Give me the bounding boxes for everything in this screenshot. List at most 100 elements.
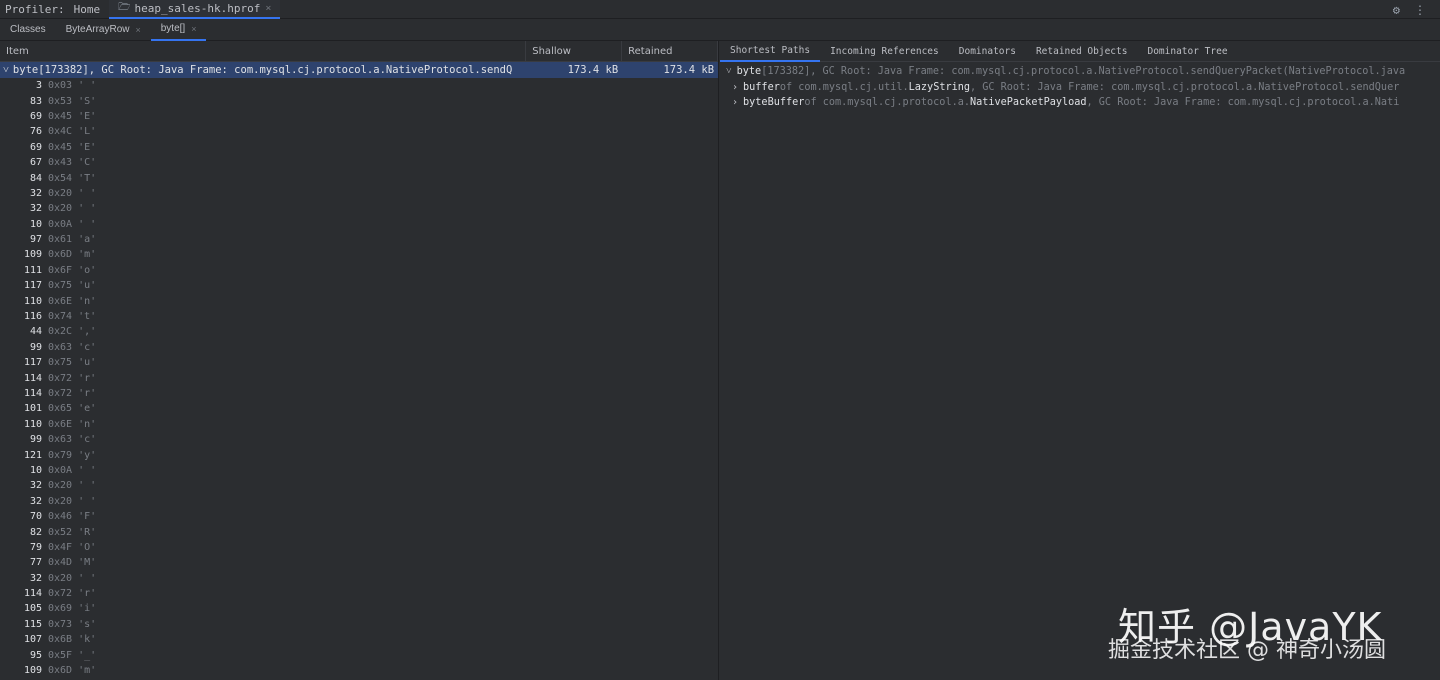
- tree-node-class: LazyString: [908, 81, 970, 93]
- table-row[interactable]: 114 0x72 'r': [0, 370, 718, 385]
- byte-char: 'm': [78, 665, 97, 677]
- byte-hex: 0x63: [48, 341, 73, 353]
- chevron-down-icon[interactable]: ˅: [726, 66, 732, 77]
- chevron-down-icon[interactable]: ˅: [3, 64, 9, 76]
- chevron-right-icon[interactable]: ›: [732, 97, 738, 108]
- byte-hex: 0x2C: [48, 326, 73, 338]
- byte-value: 114: [23, 388, 42, 399]
- byte-value: 116: [23, 311, 42, 323]
- table-row[interactable]: 10 0x0A ' ': [0, 217, 718, 232]
- byte-hex: 0x65: [48, 403, 73, 415]
- tab-retained-objects[interactable]: Retained Objects: [1026, 41, 1138, 62]
- byte-value: 111: [23, 264, 42, 276]
- tab-bytearrayrow[interactable]: ByteArrayRow ×: [56, 19, 151, 41]
- byte-char: 'm': [78, 249, 97, 261]
- byte-hex: 0x20: [48, 572, 73, 584]
- byte-char: ' ': [78, 464, 97, 476]
- table-row[interactable]: 97 0x61 'a': [0, 232, 718, 247]
- tab-home[interactable]: Home: [65, 0, 110, 19]
- table-row[interactable]: 107 0x6B 'k': [0, 632, 718, 647]
- table-row[interactable]: 116 0x74 't': [0, 309, 718, 324]
- table-row[interactable]: 110 0x6E 'n': [0, 293, 718, 308]
- table-row[interactable]: 32 0x20 ' ': [0, 186, 718, 201]
- byte-hex: 0x46: [48, 511, 73, 523]
- tree-node-root[interactable]: ˅ byte [173382], GC Root: Java Frame: co…: [720, 64, 1440, 80]
- byte-hex: 0x6D: [48, 249, 73, 261]
- byte-char: ' ': [78, 218, 97, 230]
- byte-char: 'S': [78, 95, 97, 107]
- byte-value: 10: [29, 464, 42, 476]
- gear-icon[interactable]: ⚙: [1393, 3, 1400, 17]
- table-row[interactable]: 117 0x75 'u': [0, 278, 718, 293]
- byte-char: 'r': [78, 588, 97, 600]
- selected-table-row[interactable]: ˅ byte[173382], GC Root: Java Frame: com.…: [0, 62, 718, 78]
- table-row[interactable]: 111 0x6F 'o': [0, 263, 718, 278]
- byte-char: 'y': [78, 449, 97, 461]
- tree-node-bytebuffer[interactable]: › byteBuffer of com.mysql.cj.protocol.a.…: [720, 95, 1440, 111]
- tree-node-main: byte: [736, 66, 762, 78]
- table-row[interactable]: 114 0x72 'r': [0, 386, 718, 401]
- table-row[interactable]: 115 0x73 's': [0, 617, 718, 632]
- byte-char: 'u': [78, 357, 97, 369]
- table-row[interactable]: 77 0x4D 'M': [0, 555, 718, 570]
- table-row[interactable]: 110 0x6E 'n': [0, 417, 718, 432]
- column-header-shallow[interactable]: Shallow: [526, 41, 623, 61]
- tab-incoming-references[interactable]: Incoming References: [820, 41, 949, 62]
- close-icon[interactable]: ×: [191, 24, 196, 34]
- tree-node-buffer[interactable]: › buffer of com.mysql.cj.util. LazyStrin…: [720, 80, 1440, 96]
- byte-char: 'c': [78, 341, 97, 353]
- table-row[interactable]: 105 0x69 'i': [0, 601, 718, 616]
- column-header-item[interactable]: Item: [0, 41, 527, 61]
- table-row[interactable]: 32 0x20 ' ': [0, 478, 718, 493]
- table-row[interactable]: 76 0x4C 'L': [0, 124, 718, 139]
- table-row[interactable]: 69 0x45 'E': [0, 140, 718, 155]
- table-row[interactable]: 95 0x5F '_': [0, 647, 718, 662]
- byte-char: 'e': [78, 403, 97, 415]
- table-row[interactable]: 109 0x6D 'm': [0, 663, 718, 678]
- byte-char: 'a': [78, 234, 97, 246]
- byte-hex: 0x74: [48, 311, 73, 323]
- table-row[interactable]: 99 0x63 'c': [0, 432, 718, 447]
- table-row[interactable]: 32 0x20 ' ': [0, 494, 718, 509]
- tab-byte-array[interactable]: byte[] ×: [150, 19, 207, 41]
- byte-hex: 0x52: [48, 526, 73, 538]
- tab-heap-file[interactable]: 🗁 heap_sales-hk.hprof ×: [109, 0, 281, 19]
- chevron-right-icon[interactable]: ›: [732, 82, 738, 93]
- table-row[interactable]: 121 0x79 'y': [0, 447, 718, 462]
- close-icon[interactable]: ×: [135, 25, 140, 35]
- tab-shortest-paths[interactable]: Shortest Paths: [720, 41, 821, 62]
- byte-value: 109: [23, 665, 42, 677]
- tab-classes[interactable]: Classes: [0, 19, 56, 41]
- table-row[interactable]: 44 0x2C ',': [0, 324, 718, 339]
- tree-node-tail: , GC Root: Java Frame: com.mysql.cj.prot…: [1086, 97, 1400, 109]
- table-row[interactable]: 32 0x20 ' ': [0, 201, 718, 216]
- table-row[interactable]: 82 0x52 'R': [0, 524, 718, 539]
- table-row[interactable]: 79 0x4F 'O': [0, 540, 718, 555]
- close-icon[interactable]: ×: [265, 3, 271, 14]
- byte-value: 76: [29, 126, 42, 138]
- table-row[interactable]: 3 0x03 ' ': [0, 78, 718, 93]
- tab-dominator-tree[interactable]: Dominator Tree: [1137, 41, 1237, 62]
- table-row[interactable]: 69 0x45 'E': [0, 109, 718, 124]
- table-row[interactable]: 67 0x43 'C': [0, 155, 718, 170]
- more-icon[interactable]: ⋮: [1414, 3, 1426, 17]
- byte-hex: 0x75: [48, 357, 73, 369]
- table-row[interactable]: 117 0x75 'u': [0, 355, 718, 370]
- byte-char: 's': [78, 618, 97, 630]
- table-row[interactable]: 84 0x54 'T': [0, 170, 718, 185]
- table-row[interactable]: 99 0x63 'c': [0, 340, 718, 355]
- tab-dominators[interactable]: Dominators: [949, 41, 1026, 62]
- table-row[interactable]: 70 0x46 'F': [0, 509, 718, 524]
- byte-hex: 0x73: [48, 618, 73, 630]
- table-row[interactable]: 32 0x20 ' ': [0, 571, 718, 586]
- byte-char: 'o': [78, 264, 97, 276]
- table-row[interactable]: 114 0x72 'r': [0, 586, 718, 601]
- column-header-retained[interactable]: Retained: [622, 41, 718, 61]
- byte-value: 44: [29, 326, 42, 338]
- table-row[interactable]: 101 0x65 'e': [0, 401, 718, 416]
- byte-char: 'u': [78, 280, 97, 292]
- table-row[interactable]: 109 0x6D 'm': [0, 247, 718, 262]
- table-row[interactable]: 10 0x0A ' ': [0, 463, 718, 478]
- byte-hex: 0x6F: [48, 264, 73, 276]
- table-row[interactable]: 83 0x53 'S': [0, 93, 718, 108]
